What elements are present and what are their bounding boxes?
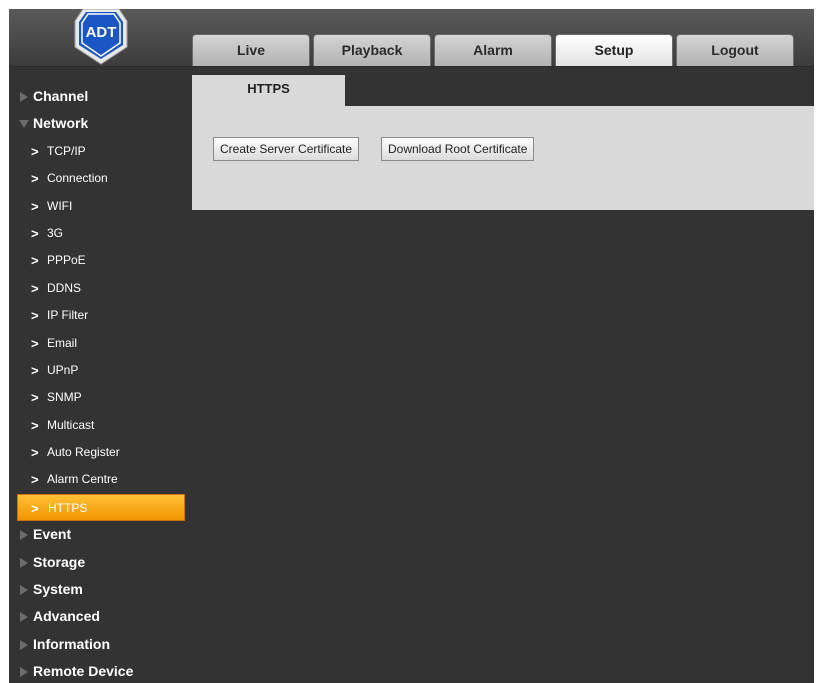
sidebar-item-label: Multicast	[47, 417, 95, 432]
sidebar-category-system[interactable]: System	[9, 576, 189, 603]
sidebar-category-label: Advanced	[33, 608, 100, 625]
app-frame: ADT Live Playback Alarm Setup Logout Cha…	[9, 9, 814, 683]
create-server-certificate-button[interactable]: Create Server Certificate	[213, 137, 360, 161]
triangle-right-icon	[20, 612, 28, 623]
sidebar-item-ip-filter[interactable]: > IP Filter	[9, 302, 189, 329]
chevron-right-icon: >	[31, 472, 39, 488]
chevron-right-icon: >	[31, 308, 39, 324]
triangle-right-icon	[20, 639, 28, 650]
sidebar-item-wifi[interactable]: > WIFI	[9, 193, 189, 220]
https-settings-panel: Create Server Certificate Download Root …	[192, 106, 814, 210]
sidebar-category-label: System	[33, 581, 83, 598]
download-root-certificate-button[interactable]: Download Root Certificate	[381, 137, 535, 161]
sidebar-item-label: Auto Register	[47, 445, 120, 460]
sidebar-item-email[interactable]: > Email	[9, 330, 189, 357]
triangle-right-icon	[20, 92, 28, 102]
sidebar-category-label: Channel	[33, 88, 89, 104]
sidebar-item-label: Connection	[47, 171, 108, 186]
sidebar-item-label: Alarm Centre	[47, 472, 118, 487]
sidebar-item-connection[interactable]: > Connection	[9, 165, 189, 192]
sidebar-category-label: Storage	[33, 553, 86, 570]
sidebar-category-advanced[interactable]: Advanced	[9, 603, 189, 630]
tab-playback[interactable]: Playback	[313, 34, 431, 66]
chevron-right-icon: >	[31, 171, 39, 187]
chevron-right-icon: >	[31, 335, 39, 351]
sidebar-item-label: UPnP	[47, 362, 79, 377]
sidebar-category-information[interactable]: Information	[9, 631, 189, 658]
sidebar-item-label: DDNS	[47, 280, 82, 295]
triangle-right-icon	[20, 667, 28, 678]
tab-alarm[interactable]: Alarm	[434, 34, 552, 66]
sidebar-category-label: Event	[33, 526, 72, 543]
sidebar-item-label: SNMP	[47, 390, 82, 405]
header-bar: ADT Live Playback Alarm Setup Logout	[9, 9, 814, 67]
sidebar-item-https[interactable]: > HTTPS	[17, 493, 185, 522]
sidebar-item-label: IP Filter	[47, 308, 89, 323]
sidebar-item-ddns[interactable]: > DDNS	[9, 275, 189, 302]
sidebar-category-network[interactable]: Network	[9, 110, 189, 137]
triangle-down-icon	[19, 120, 29, 129]
triangle-right-icon	[20, 585, 28, 596]
sidebar-category-label: Network	[33, 115, 89, 132]
sidebar-category-storage[interactable]: Storage	[9, 549, 189, 576]
chevron-right-icon: >	[31, 390, 39, 406]
chevron-right-icon: >	[31, 198, 39, 214]
tab-setup[interactable]: Setup	[555, 34, 673, 66]
chevron-right-icon: >	[31, 500, 39, 516]
sidebar-category-remote-device[interactable]: Remote Device	[9, 658, 189, 683]
sidebar-category-event[interactable]: Event	[9, 521, 189, 548]
sidebar-item-alarm-centre[interactable]: > Alarm Centre	[9, 466, 189, 493]
chevron-right-icon: >	[31, 253, 39, 269]
chevron-right-icon: >	[31, 280, 39, 296]
sidebar-item-upnp[interactable]: > UPnP	[9, 357, 189, 384]
chevron-right-icon: >	[31, 445, 39, 461]
chevron-right-icon: >	[31, 417, 39, 433]
triangle-right-icon	[20, 530, 28, 541]
content-tab-https[interactable]: HTTPS	[192, 75, 345, 106]
sidebar-item-auto-register[interactable]: > Auto Register	[9, 439, 189, 466]
sidebar-category-label: Information	[33, 635, 110, 652]
sidebar-item-label: WIFI	[47, 198, 73, 213]
sidebar-category-label: Remote Device	[33, 663, 134, 680]
sidebar-category-channel[interactable]: Channel	[9, 83, 189, 110]
chevron-right-icon: >	[31, 143, 39, 159]
sidebar-item-tcpip[interactable]: > TCP/IP	[9, 138, 189, 165]
logo-text: ADT	[86, 24, 117, 41]
adt-logo: ADT	[71, 9, 131, 65]
sidebar-item-label: 3G	[47, 225, 64, 240]
sidebar: Channel Network > TCP/IP > Connection > WIF…	[9, 83, 189, 683]
triangle-right-icon	[20, 557, 28, 568]
adt-logo-icon: ADT	[74, 9, 128, 65]
sidebar-item-label: HTTPS	[48, 500, 88, 515]
tab-live[interactable]: Live	[192, 34, 310, 66]
sidebar-item-3g[interactable]: >3G	[9, 220, 189, 247]
tab-logout[interactable]: Logout	[676, 34, 794, 66]
sidebar-item-label: PPPoE	[47, 253, 86, 268]
sidebar-item-label: TCP/IP	[47, 143, 86, 158]
sidebar-item-snmp[interactable]: > SNMP	[9, 384, 189, 411]
chevron-right-icon: >	[31, 225, 39, 241]
chevron-right-icon: >	[31, 362, 39, 378]
sidebar-item-label: Email	[47, 335, 78, 350]
sidebar-item-pppoe[interactable]: > PPPoE	[9, 247, 189, 274]
sidebar-item-multicast[interactable]: > Multicast	[9, 412, 189, 439]
